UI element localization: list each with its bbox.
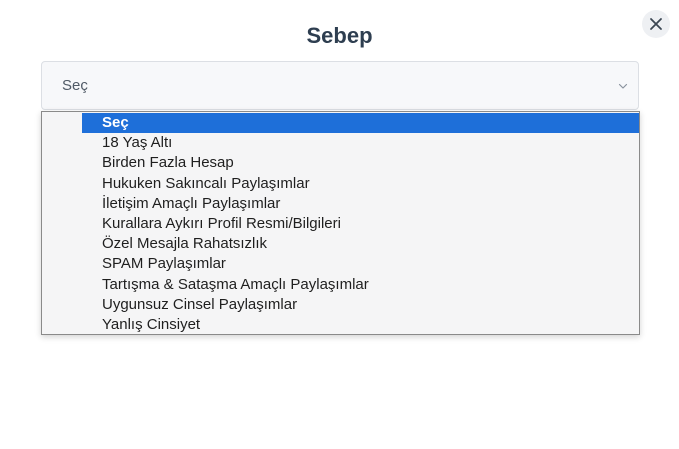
option-inappropriate-sexual[interactable]: Uygunsuz Cinsel Paylaşımlar xyxy=(82,295,639,315)
option-sec[interactable]: Seç xyxy=(82,113,639,134)
modal-title: Sebep xyxy=(306,23,373,48)
reason-modal: Sebep Seç Seç 18 Yaş Altı Birden Fazla H… xyxy=(0,0,679,449)
select-current-value: Seç xyxy=(62,77,88,94)
option-spam[interactable]: SPAM Paylaşımlar xyxy=(82,254,639,274)
option-argument-provocation[interactable]: Tartışma & Sataşma Amaçlı Paylaşımlar xyxy=(82,275,639,295)
option-contact-purpose[interactable]: İletişim Amaçlı Paylaşımlar xyxy=(82,194,639,214)
reason-select[interactable]: Seç xyxy=(41,61,639,110)
option-private-message-harassment[interactable]: Özel Mesajla Rahatsızlık xyxy=(82,234,639,254)
option-multiple-accounts[interactable]: Birden Fazla Hesap xyxy=(82,153,639,173)
option-legally-objectionable[interactable]: Hukuken Sakıncalı Paylaşımlar xyxy=(82,174,639,194)
option-profile-violation[interactable]: Kurallara Aykırı Profil Resmi/Bilgileri xyxy=(82,214,639,234)
option-under-18[interactable]: 18 Yaş Altı xyxy=(82,133,639,153)
option-wrong-gender[interactable]: Yanlış Cinsiyet xyxy=(82,315,639,335)
reason-dropdown-list: Seç 18 Yaş Altı Birden Fazla Hesap Hukuk… xyxy=(41,111,640,335)
chevron-down-icon xyxy=(618,82,628,90)
